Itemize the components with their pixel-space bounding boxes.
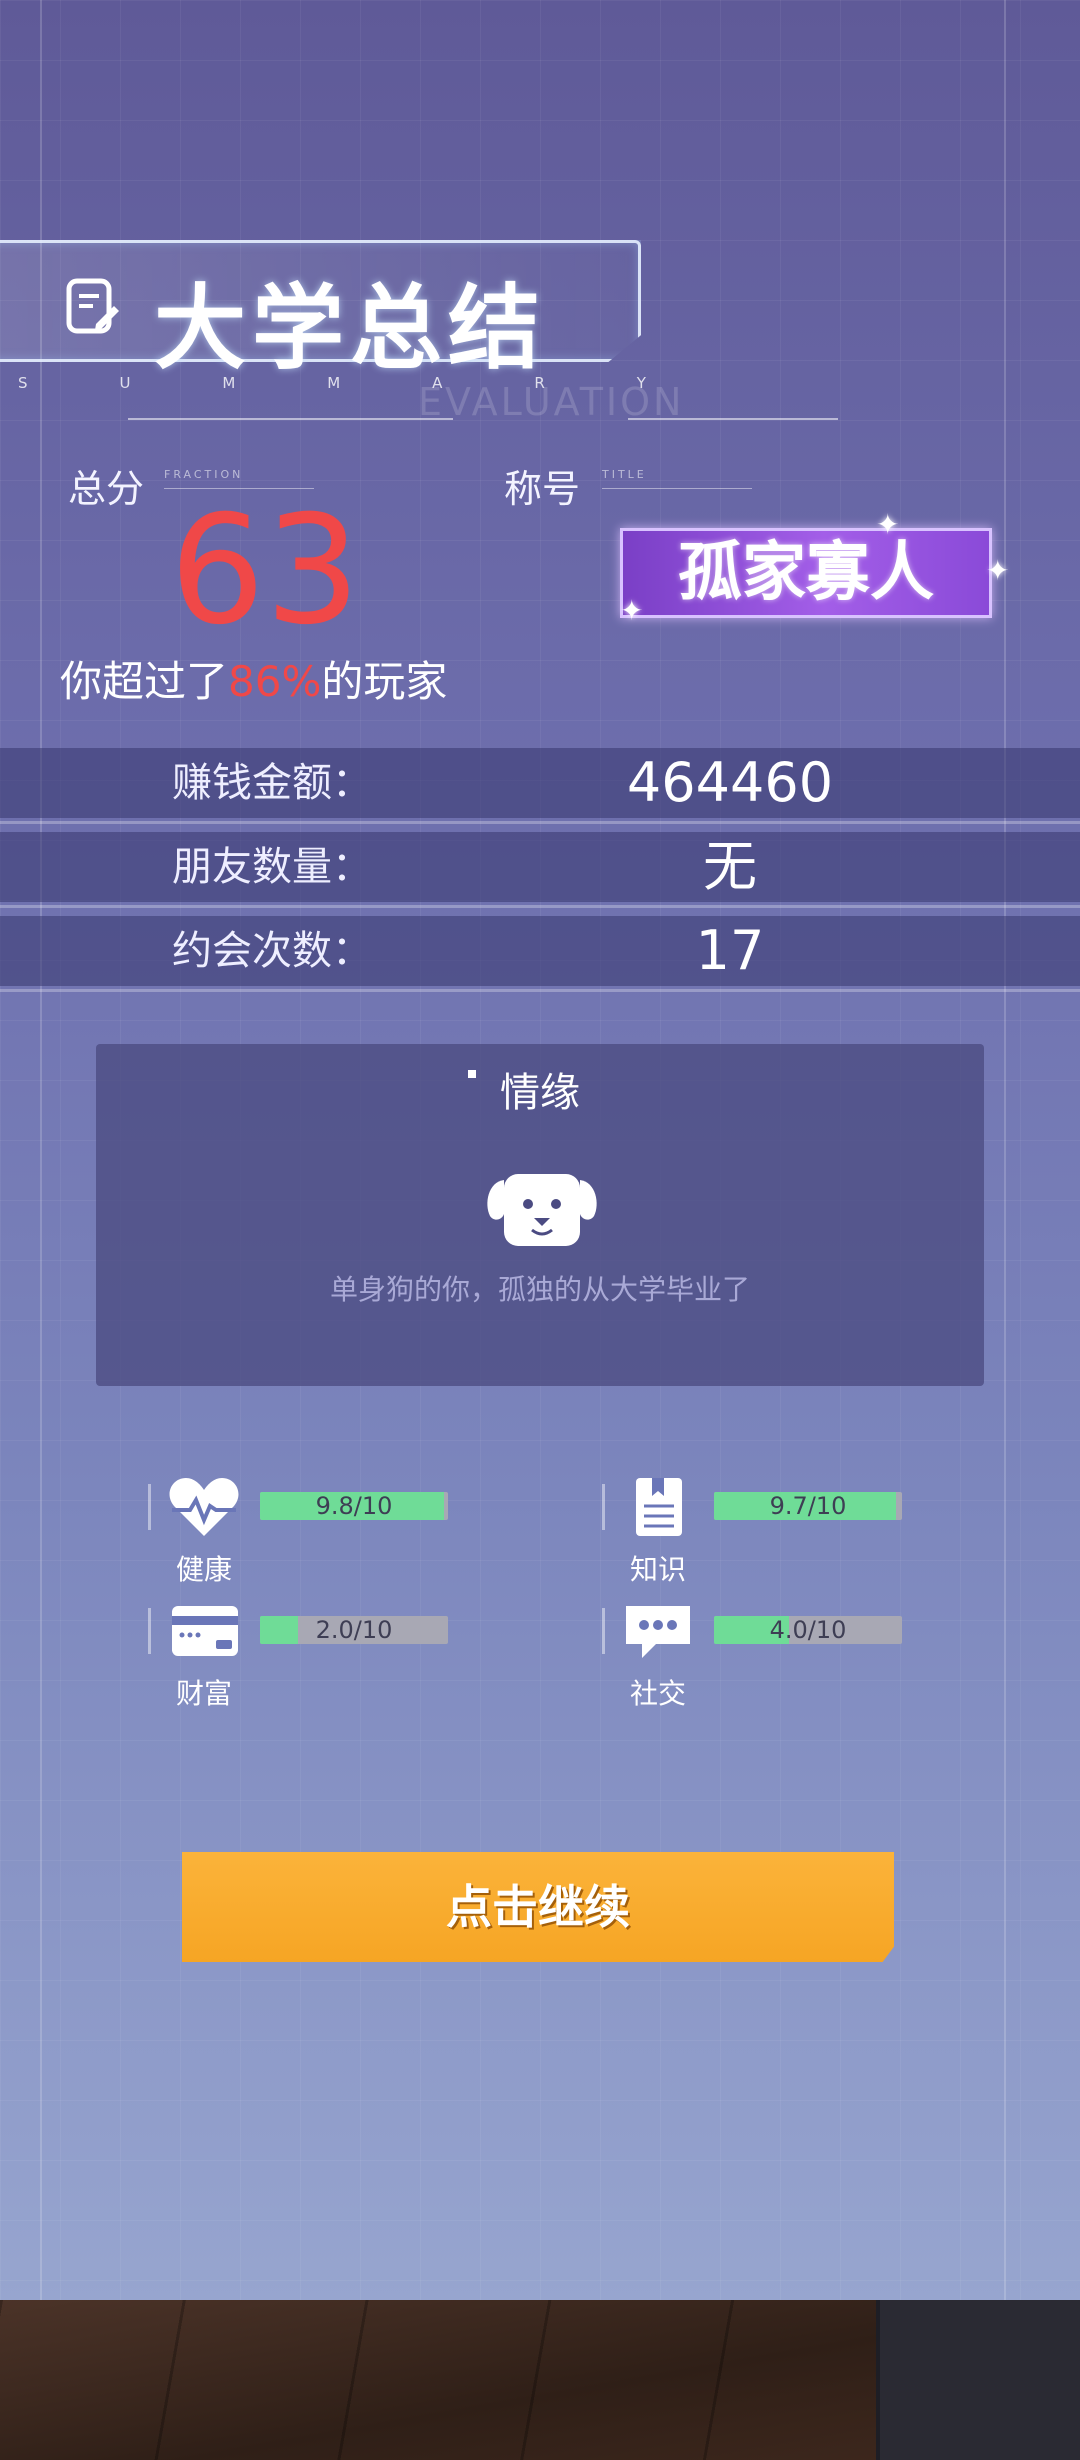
summary-letter: M xyxy=(222,374,238,392)
divider xyxy=(128,418,453,420)
floor-furniture xyxy=(876,2300,1080,2460)
attr-label: 知识 xyxy=(629,1553,686,1586)
progress-text: 9.8/10 xyxy=(315,1492,393,1520)
title-sublabel: TITLE xyxy=(602,468,647,481)
exceed-text: 你超过了86%的玩家 xyxy=(60,648,447,709)
attr-label: 社交 xyxy=(629,1677,686,1710)
progress-bar: 9.8/10 xyxy=(260,1492,448,1520)
stat-value: 无 xyxy=(703,835,757,898)
continue-button-label[interactable]: 点击继续 xyxy=(182,1852,894,1962)
progress-bar: 9.7/10 xyxy=(714,1492,902,1520)
attr-divider xyxy=(602,1484,605,1530)
progress-text: 9.7/10 xyxy=(769,1492,847,1520)
attr-divider xyxy=(148,1484,151,1530)
stat-label: 赚钱金额： xyxy=(172,760,372,806)
title-badge-text: 孤家寡人 xyxy=(678,536,934,610)
title-badge: 孤家寡人 xyxy=(620,528,992,618)
stat-value: 17 xyxy=(695,919,765,982)
exceed-percent: 86% xyxy=(228,657,322,706)
heart-pulse-icon xyxy=(169,1478,239,1536)
romance-title: 情缘 xyxy=(500,1070,580,1116)
progress-bar: 4.0/10 xyxy=(714,1616,902,1644)
attribute-knowledge: 知识 9.7/10 xyxy=(602,1476,962,1586)
stat-label: 约会次数： xyxy=(172,928,372,974)
attr-divider xyxy=(602,1608,605,1654)
romance-panel: 情缘 单身狗的你，孤独的从大学毕业了 xyxy=(96,1044,984,1386)
page-title: 大学总结 xyxy=(154,275,547,382)
romance-description: 单身狗的你，孤独的从大学毕业了 xyxy=(329,1273,750,1306)
attr-divider xyxy=(148,1608,151,1654)
divider xyxy=(628,418,838,420)
progress-text: 2.0/10 xyxy=(315,1616,393,1644)
sparkle-icon: ✦ xyxy=(986,554,1010,587)
attr-label: 健康 xyxy=(175,1553,232,1586)
summary-letter: S xyxy=(18,374,30,392)
exceed-suffix: 的玩家 xyxy=(321,657,448,706)
stat-value: 464460 xyxy=(626,751,834,814)
progress-text: 4.0/10 xyxy=(769,1616,847,1644)
attr-label: 财富 xyxy=(175,1677,232,1710)
attribute-social: 社交 4.0/10 xyxy=(602,1600,962,1710)
stat-row-friends: 朋友数量： 无 xyxy=(0,832,1080,908)
continue-button[interactable]: 点击继续 xyxy=(182,1852,894,1962)
total-score: 63 xyxy=(169,484,361,658)
chat-bubble-icon xyxy=(626,1606,690,1658)
score-sublabel: FRACTION xyxy=(164,468,244,481)
bullet-dot xyxy=(468,1070,476,1078)
exceed-prefix: 你超过了 xyxy=(60,657,229,706)
note-edit-icon xyxy=(66,278,119,334)
sparkle-icon: ✦ xyxy=(620,594,644,627)
progress-bar: 2.0/10 xyxy=(260,1616,448,1644)
stat-row-dates: 约会次数： 17 xyxy=(0,916,1080,992)
decor-line xyxy=(1004,0,1006,2300)
title-label: 称号 xyxy=(504,467,581,511)
credit-card-icon xyxy=(172,1606,238,1656)
stat-row-money: 赚钱金额： 464460 xyxy=(0,748,1080,824)
book-icon xyxy=(636,1478,682,1536)
title-underline xyxy=(602,488,752,489)
sparkle-icon: ✦ xyxy=(876,508,900,541)
dog-face-icon xyxy=(487,1174,597,1246)
summary-letter: M xyxy=(327,374,343,392)
attribute-wealth: 财富 2.0/10 xyxy=(148,1600,508,1710)
game-background: 大学总结 S U M M A R Y EVALUATION 总分 FRACTIO… xyxy=(0,0,1080,2300)
summary-letter: U xyxy=(119,374,133,392)
attribute-health: 健康 9.8/10 xyxy=(148,1476,508,1586)
stat-label: 朋友数量： xyxy=(172,844,372,890)
score-label: 总分 xyxy=(68,467,145,511)
